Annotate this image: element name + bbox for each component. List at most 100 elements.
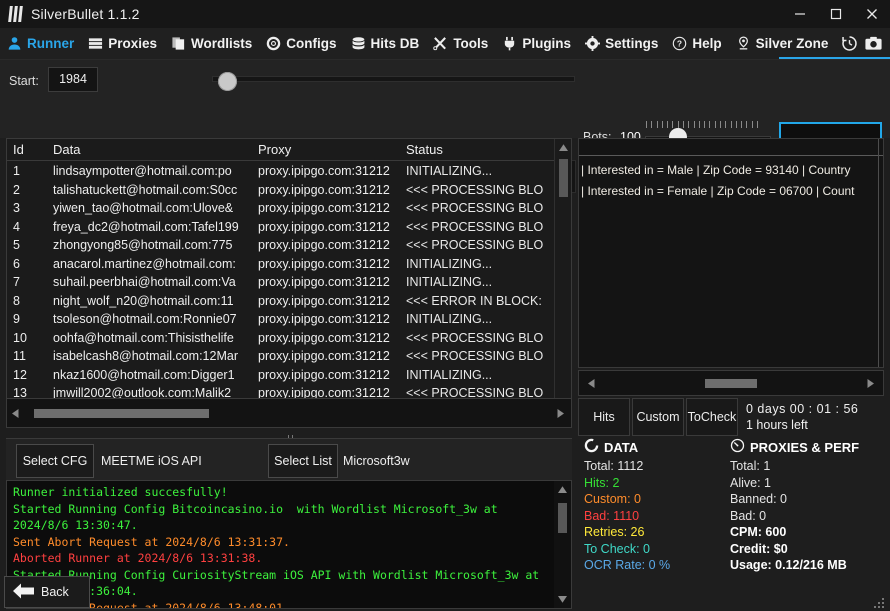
menu-item-configs[interactable]: Configs xyxy=(259,28,343,60)
grid-header: Id Data Proxy Status xyxy=(7,139,571,161)
hit-scroll-left-arrow-icon[interactable] xyxy=(583,375,600,392)
table-row[interactable]: 4freya_dc2@hotmail.com:Tafel199proxy.ipi… xyxy=(7,218,553,237)
stat-line: To Check: 0 xyxy=(584,542,724,556)
hit-log-line: | Interested in = Female | Zip Code = 06… xyxy=(581,184,855,198)
start-slider-track[interactable] xyxy=(212,76,575,82)
menu-item-silver-zone[interactable]: Silver Zone xyxy=(729,28,836,60)
hit-log-panel[interactable]: | Interested in = Male | Zip Code = 9314… xyxy=(578,138,884,368)
minimize-icon[interactable] xyxy=(782,0,818,28)
menu-label-hits-db: Hits DB xyxy=(371,36,420,51)
cell-status: <<< PROCESSING BLO xyxy=(406,183,553,197)
cell-proxy: proxy.ipipgo.com:31212 xyxy=(258,294,406,308)
scroll-up-arrow-icon[interactable] xyxy=(555,139,572,156)
menu-item-runner[interactable]: Runner xyxy=(0,28,81,60)
table-row[interactable]: 5zhongyong85@hotmail.com:775proxy.ipipgo… xyxy=(7,236,553,255)
log-vertical-scrollbar[interactable] xyxy=(554,481,571,608)
table-row[interactable]: 6anacarol.martinez@hotmail.com:proxy.ipi… xyxy=(7,255,553,274)
menu-label-proxies: Proxies xyxy=(108,36,157,51)
runner-log-panel[interactable]: Runner initialized succesfully! Started … xyxy=(6,480,572,609)
table-row[interactable]: 2talishatuckett@hotmail.com:S0ccproxy.ip… xyxy=(7,181,553,200)
tab-custom[interactable]: Custom xyxy=(632,398,684,436)
history-icon[interactable] xyxy=(839,34,859,54)
cell-status: <<< PROCESSING BLO xyxy=(406,238,553,252)
menu-item-settings[interactable]: Settings xyxy=(578,28,665,60)
server-icon xyxy=(88,36,103,51)
proxy-stats-header: PROXIES & PERF xyxy=(730,438,870,456)
select-cfg-button[interactable]: Select CFG xyxy=(16,444,94,478)
stat-line: Bad: 1110 xyxy=(584,509,724,523)
menu-item-tools[interactable]: Tools xyxy=(426,28,495,60)
grid-scroll-thumb[interactable] xyxy=(559,159,568,197)
cell-id: 9 xyxy=(13,312,53,326)
cell-data: night_wolf_n20@hotmail.com:11 xyxy=(53,294,258,308)
window-controls xyxy=(782,0,890,28)
data-stats-header: DATA xyxy=(584,438,724,456)
window-resize-grip[interactable] xyxy=(872,596,886,610)
scroll-left-arrow-icon[interactable] xyxy=(7,405,24,422)
tab-tocheck[interactable]: ToCheck xyxy=(686,398,738,436)
database-icon xyxy=(351,36,366,51)
grid-col-proxy[interactable]: Proxy xyxy=(258,142,406,157)
table-row[interactable]: 3yiwen_tao@hotmail.com:Ulove&proxy.ipipg… xyxy=(7,199,553,218)
table-row[interactable]: 1lindsaympotter@hotmail.com:poproxy.ipip… xyxy=(7,162,553,181)
tools-icon xyxy=(433,36,448,51)
table-row[interactable]: 9tsoleson@hotmail.com:Ronnie07proxy.ipip… xyxy=(7,310,553,329)
grid-body[interactable]: 1lindsaympotter@hotmail.com:poproxy.ipip… xyxy=(7,162,553,427)
grid-col-data[interactable]: Data xyxy=(53,142,258,157)
menu-item-proxies[interactable]: Proxies xyxy=(81,28,164,60)
cell-status: INITIALIZING... xyxy=(406,164,553,178)
timer-elapsed: 0 days 00 : 01 : 56 xyxy=(746,402,884,416)
close-icon[interactable] xyxy=(854,0,890,28)
camera-icon[interactable] xyxy=(863,34,883,54)
start-input[interactable]: 1984 xyxy=(48,67,98,92)
menu-item-help[interactable]: ? Help xyxy=(665,28,728,60)
log-scroll-down-arrow-icon[interactable] xyxy=(554,591,571,608)
cell-proxy: proxy.ipipgo.com:31212 xyxy=(258,368,406,382)
cell-data: anacarol.martinez@hotmail.com: xyxy=(53,257,258,271)
log-scroll-thumb[interactable] xyxy=(558,503,567,533)
selected-config-name: MEETME iOS API xyxy=(101,454,202,468)
grid-vertical-scrollbar[interactable] xyxy=(554,139,571,427)
cell-proxy: proxy.ipipgo.com:31212 xyxy=(258,183,406,197)
table-row[interactable]: 8night_wolf_n20@hotmail.com:11proxy.ipip… xyxy=(7,292,553,311)
back-button[interactable]: Back xyxy=(4,576,90,608)
cell-id: 3 xyxy=(13,201,53,215)
cell-status: <<< PROCESSING BLO xyxy=(406,331,553,345)
table-row[interactable]: 11isabelcash8@hotmail.com:12Marproxy.ipi… xyxy=(7,347,553,366)
grid-col-status[interactable]: Status xyxy=(406,142,571,157)
menu-label-runner: Runner xyxy=(27,36,74,51)
grid-col-id[interactable]: Id xyxy=(13,142,53,157)
select-list-button[interactable]: Select List xyxy=(268,444,338,478)
bots-ticks-top xyxy=(646,121,758,128)
stat-line: Usage: 0.12/216 MB xyxy=(730,558,870,572)
hit-log-horizontal-scrollbar[interactable] xyxy=(578,370,884,396)
hit-hscroll-thumb[interactable] xyxy=(705,379,757,388)
log-line: Aborted Runner at 2024/8/6 13:31:38. xyxy=(13,551,262,565)
log-scroll-up-arrow-icon[interactable] xyxy=(554,481,571,498)
cell-id: 2 xyxy=(13,183,53,197)
documents-icon xyxy=(171,36,186,51)
table-row[interactable]: 10oohfa@hotmail.com:Thisisthelifeproxy.i… xyxy=(7,329,553,348)
tab-hits[interactable]: Hits xyxy=(578,398,630,436)
menu-item-wordlists[interactable]: Wordlists xyxy=(164,28,259,60)
cell-id: 10 xyxy=(13,331,53,345)
hit-scroll-right-arrow-icon[interactable] xyxy=(862,375,879,392)
cell-data: zhongyong85@hotmail.com:775 xyxy=(53,238,258,252)
grid-hscroll-thumb[interactable] xyxy=(34,409,209,418)
table-row[interactable]: 7suhail.peerbhai@hotmail.com:Vaproxy.ipi… xyxy=(7,273,553,292)
location-pin-icon xyxy=(736,36,751,51)
cell-status: <<< PROCESSING BLO xyxy=(406,201,553,215)
menu-item-plugins[interactable]: Plugins xyxy=(495,28,578,60)
cell-status: INITIALIZING... xyxy=(406,257,553,271)
table-row[interactable]: 12nkaz1600@hotmail.com:Digger1proxy.ipip… xyxy=(7,366,553,385)
settings-gear-icon xyxy=(585,36,600,51)
grid-horizontal-scrollbar[interactable] xyxy=(6,398,572,428)
scroll-right-arrow-icon[interactable] xyxy=(552,405,569,422)
menu-item-hits-db[interactable]: Hits DB xyxy=(344,28,427,60)
maximize-icon[interactable] xyxy=(818,0,854,28)
cell-status: <<< ERROR IN BLOCK: xyxy=(406,294,553,308)
app-logo-icon xyxy=(9,6,22,22)
stat-line: Retries: 26 xyxy=(584,525,724,539)
start-slider-thumb[interactable] xyxy=(218,72,237,91)
stat-line: Bad: 0 xyxy=(730,509,870,523)
